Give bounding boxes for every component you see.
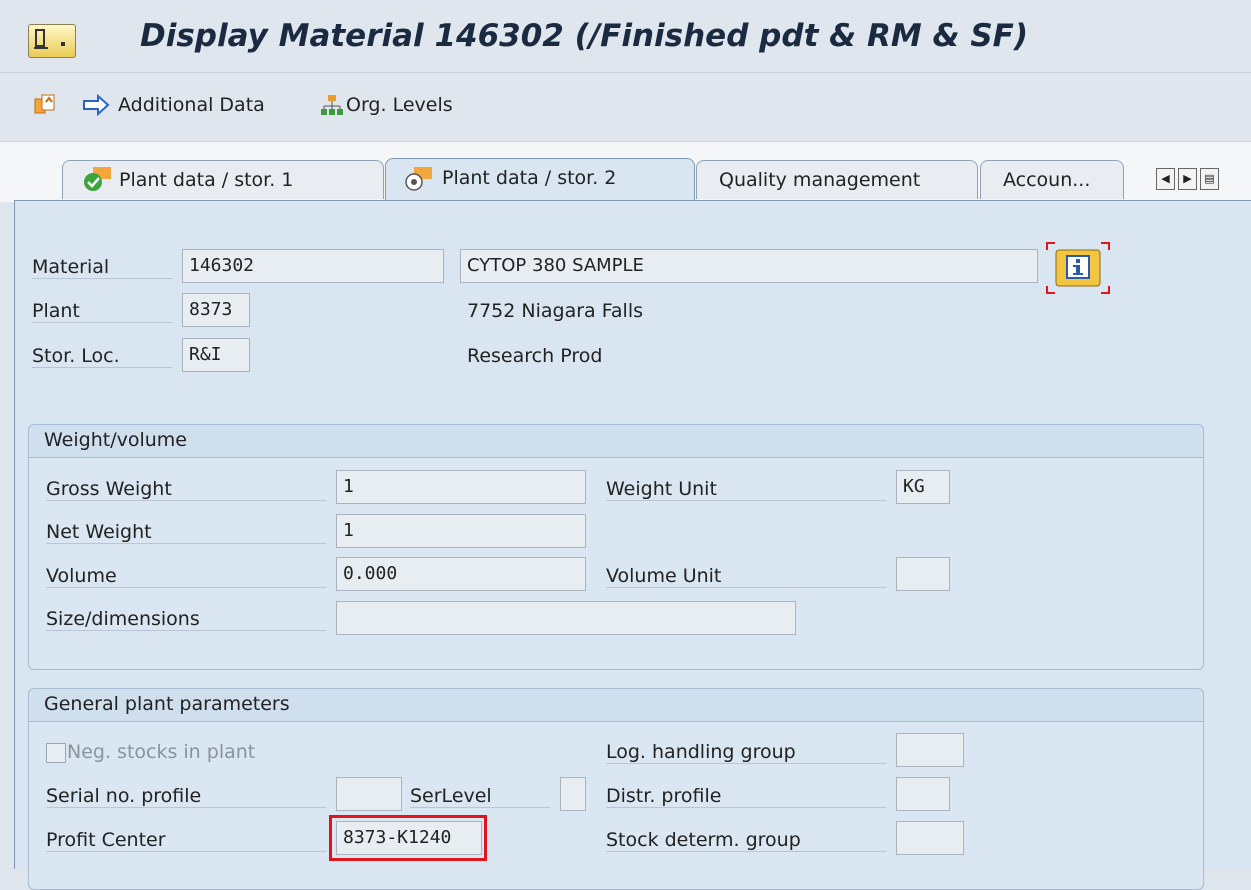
tab-scroll-left-icon[interactable]: ◀ [1156,168,1175,190]
serial-profile-label: Serial no. profile [46,785,326,808]
dropdown-icon [54,28,72,52]
profit-center-highlight [329,815,487,861]
net-weight-field[interactable]: 1 [336,514,586,548]
page-title: Display Material 146302 (/Finished pdt &… [140,18,1029,54]
storage-location-description: Research Prod [467,345,603,367]
gross-weight-field[interactable]: 1 [336,470,586,504]
neg-stocks-checkbox[interactable] [46,743,66,763]
material-description-field[interactable]: CYTOP 380 SAMPLE [460,249,1038,283]
weight-unit-label: Weight Unit [606,478,886,501]
weight-unit-field[interactable]: KG [896,470,950,504]
org-levels-button[interactable]: Org. Levels [346,94,453,116]
group-title: Weight/volume [44,429,187,451]
info-icon [1046,242,1110,294]
tab-scroll-right-icon[interactable]: ▶ [1178,168,1197,190]
info-button[interactable] [1046,242,1110,294]
log-handling-field[interactable] [896,733,964,767]
profit-center-label: Profit Center [46,829,326,852]
clip-icon [32,28,50,52]
tab-plant-data-stor-2[interactable]: Plant data / stor. 2 [385,158,695,201]
arrow-right-icon [82,93,112,121]
system-menu-button[interactable] [28,24,76,58]
volume-field[interactable]: 0.000 [336,557,586,591]
serial-profile-field[interactable] [336,777,402,811]
tab-accounting[interactable]: Accoun... [980,160,1124,199]
org-levels-icon [320,94,344,123]
plant-label: Plant [32,300,172,323]
group-header: General plant parameters [29,689,1203,722]
plant-description: 7752 Niagara Falls [467,300,644,322]
stock-determ-field[interactable] [896,821,964,855]
material-field[interactable]: 146302 [182,249,444,283]
volume-label: Volume [46,565,326,588]
distr-profile-field[interactable] [896,777,950,811]
gross-weight-label: Gross Weight [46,478,326,501]
tab-label: Plant data / stor. 2 [442,167,617,189]
serlevel-field[interactable] [560,777,586,811]
group-header: Weight/volume [29,425,1203,458]
additional-data-button[interactable]: Additional Data [118,94,265,116]
volume-unit-field[interactable] [896,557,950,591]
neg-stocks-label: Neg. stocks in plant [67,741,256,763]
tab-label: Plant data / stor. 1 [119,169,294,191]
plant-field[interactable]: 8373 [182,293,250,327]
select-views-icon[interactable] [33,93,59,122]
tab-label: Accoun... [1003,169,1091,191]
serlevel-label: SerLevel [410,785,550,808]
log-handling-label: Log. handling group [606,741,886,764]
tab-quality-management[interactable]: Quality management [696,160,978,199]
size-dimensions-label: Size/dimensions [46,608,326,631]
group-title: General plant parameters [44,693,290,715]
distr-profile-label: Distr. profile [606,785,886,808]
tab-plant-data-stor-1[interactable]: Plant data / stor. 1 [62,160,384,199]
storage-location-label: Stor. Loc. [32,345,172,368]
volume-unit-label: Volume Unit [606,565,886,588]
size-dimensions-field[interactable] [336,601,796,635]
stock-determ-label: Stock determ. group [606,829,886,852]
tab-list-icon[interactable]: ▤ [1200,168,1219,190]
net-weight-label: Net Weight [46,521,326,544]
material-label: Material [32,256,172,279]
tab-label: Quality management [719,169,921,191]
storage-location-field[interactable]: R&I [182,338,250,372]
